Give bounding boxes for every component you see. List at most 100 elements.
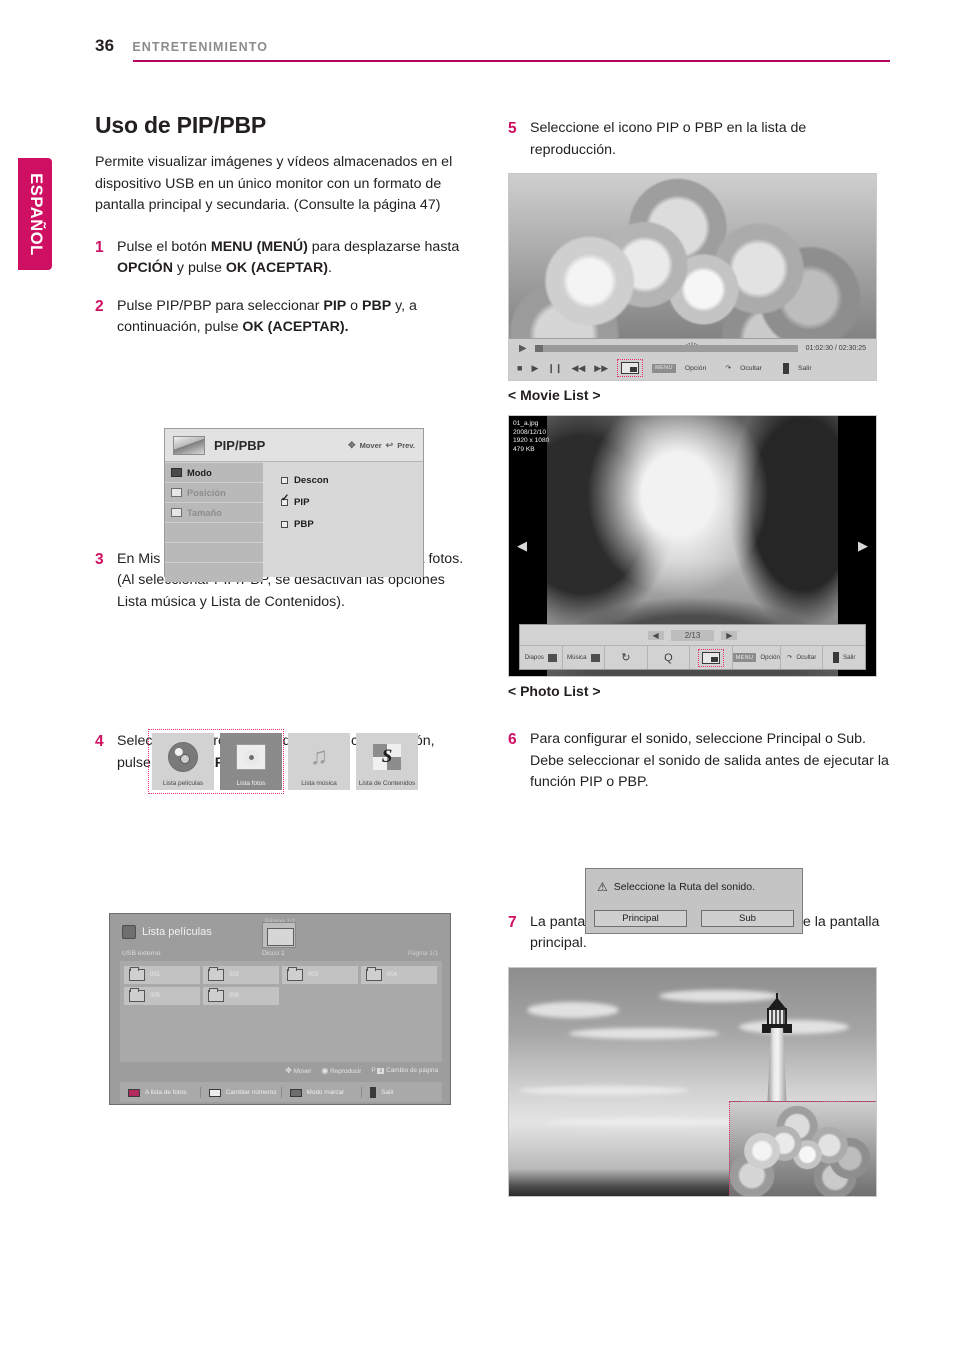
osd-movie-list[interactable]: Página 1/1 Lista películas USB externo D… [109,913,451,1105]
osd-option-list[interactable]: Descon PIP PBP [263,462,423,577]
osd-menu-item-tamano[interactable]: Tamaño [165,503,263,522]
step-text: Pulse PIP/PBP para seleccionar PIP o PBP… [117,297,417,336]
media-item-movie-list[interactable]: Lista películas [152,733,214,790]
transport-buttons[interactable]: ■ ▶ ❙❙ ◀◀ ▶▶ MENU Opción ↷ Ocultar Salir [509,357,876,379]
key-exit[interactable]: Salir [362,1087,442,1098]
list-item[interactable]: 004 [361,966,437,984]
photo-viewer-screenshot[interactable]: 01_a.jpg 2008/12/10 1920 x 1080 479 KB ◀… [508,415,877,677]
pager-prev-button[interactable]: ◀ [647,630,664,640]
movie-list-key-bar[interactable]: A lista de fotos Cambiar números Modo ma… [120,1087,442,1098]
osd-hint-move: Mover [359,440,382,450]
play-button[interactable]: ▶ [531,363,538,374]
pager-next-button[interactable]: ▶ [721,630,738,640]
list-item[interactable]: 002 [203,966,279,984]
rewind-button[interactable]: ◀◀ [571,363,585,374]
pause-button[interactable]: ❙❙ [547,363,562,374]
list-item[interactable]: 005 [124,987,200,1005]
cloud-shape [519,1085,689,1095]
movie-player-screenshot[interactable]: ◁|▷ ▶ 01:02:30 / 02:30:25 ■ ▶ ❙❙ ◀◀ ▶▶ M… [508,173,877,381]
principal-button[interactable]: Principal [594,909,687,927]
key-to-photo-list[interactable]: A lista de fotos [120,1087,201,1098]
osd-menu-item-empty [165,563,263,582]
movie-list-grid[interactable]: 001 002 003 004 005 006 [120,961,442,1062]
option-button[interactable]: MENU Opción [732,646,781,669]
photo-key-bar[interactable]: Diapos Música ↻ Q MENU Opción ↷ Ocultar Sa… [520,645,865,669]
pip-button[interactable] [690,646,733,669]
key-change-numbers[interactable]: Cambiar números [201,1087,282,1098]
step-number: 4 [95,733,104,750]
rotate-button[interactable]: ↻ [605,646,648,669]
sub-button[interactable]: Sub [701,909,794,927]
pip-sub-window [729,1100,876,1196]
osd-menu-list[interactable]: Modo Posición Tamaño [165,462,263,582]
menu-chip[interactable]: MENU [732,653,757,662]
key-label: Salir [381,1089,395,1096]
previous-photo-arrow[interactable]: ◀ [517,538,527,554]
sound-path-dialog[interactable]: ⚠ Seleccione la Ruta del sonido. Princip… [585,868,803,934]
exit-button[interactable]: Salir [823,646,865,669]
media-item-photo-list[interactable]: Lista fotos [220,733,282,790]
chevron-down-icon[interactable] [590,653,600,662]
photo-pager[interactable]: ◀ 2/13 ▶ [520,625,865,645]
checkbox-icon[interactable] [281,520,288,528]
stop-button[interactable]: ■ [517,363,522,373]
key-label: Opción [760,654,780,661]
pip-icon[interactable] [701,651,720,664]
p-key-icon: P [371,1067,376,1074]
checkbox-checked-icon[interactable] [281,494,289,506]
music-button[interactable]: Música [563,646,606,669]
dialog-buttons[interactable]: Principal Sub [586,905,802,931]
next-photo-arrow[interactable]: ▶ [858,538,868,554]
osd-pip-pbp-menu[interactable]: PIP/PBP ✥ Mover ↩ Prev. Modo Posición Ta… [164,428,424,582]
osd-menu-item-posicion[interactable]: Posición [165,483,263,502]
osd-option-descon[interactable]: Descon [281,469,423,491]
osd-menu-label: Tamaño [187,507,222,518]
list-item[interactable]: 003 [282,966,358,984]
movie-list-source: USB externo [122,950,161,957]
movie-list-disc: Disco 1 [262,950,285,957]
film-reel-icon [122,925,136,939]
music-note-icon: ♫ [310,742,328,770]
pip-button-highlight[interactable] [617,359,644,377]
osd-option-pbp[interactable]: PBP [281,513,423,535]
chevron-down-icon[interactable] [547,653,557,662]
photo-icon [220,733,282,780]
photo-control-bar[interactable]: ◀ 2/13 ▶ Diapos Música ↻ Q MENU Opción ↷ O… [519,624,866,670]
exit-label[interactable]: Salir [798,365,812,372]
exit-icon [370,1087,377,1098]
zoom-button[interactable]: Q [648,646,691,669]
step-number: 2 [95,297,104,315]
forward-button[interactable]: ▶▶ [594,363,608,374]
menu-chip[interactable]: MENU [652,363,676,373]
movie-list-page-right: Página 1/1 [407,950,438,957]
folder-name: 001 [150,972,161,978]
slideshow-button[interactable]: Diapos [520,646,563,669]
osd-option-pip[interactable]: PIP [281,491,423,513]
list-item[interactable]: 006 [203,987,279,1005]
key-label: Ocultar [796,654,817,661]
media-type-row[interactable]: Lista películas Lista fotos ♫ Lista músi… [152,733,418,790]
media-item-contents-list[interactable]: S Lista de Contenidos [356,733,418,790]
hint-label: Cambio de página [386,1067,438,1074]
key-mark-mode[interactable]: Modo marcar [282,1087,363,1098]
checkbox-icon[interactable] [281,476,288,484]
key-label: Música [566,654,587,661]
hide-button[interactable]: ↷ Ocultar [781,646,824,669]
magnifier-icon: Q [664,651,673,664]
language-tab-label: ESPAÑOL [26,172,45,256]
pip-button-highlight[interactable] [697,648,724,667]
hide-label[interactable]: Ocultar [740,365,762,372]
cloud-shape [527,1001,619,1018]
media-item-music-list[interactable]: ♫ Lista música [288,733,350,790]
pager-page-indicator: 2/13 [670,629,715,641]
pip-icon[interactable] [621,362,640,374]
hide-icon: ↷ [787,654,793,661]
option-label[interactable]: Opción [685,365,707,372]
osd-menu-item-modo[interactable]: Modo [165,463,263,482]
seek-bar[interactable] [534,344,798,352]
cloud-shape [569,1027,719,1039]
movie-player-control-bar[interactable]: ◁|▷ ▶ 01:02:30 / 02:30:25 ■ ▶ ❙❙ ◀◀ ▶▶ M… [509,338,876,380]
folder-name: 006 [229,993,240,999]
list-item[interactable]: 001 [124,966,200,984]
media-item-label: Lista películas [162,780,204,787]
